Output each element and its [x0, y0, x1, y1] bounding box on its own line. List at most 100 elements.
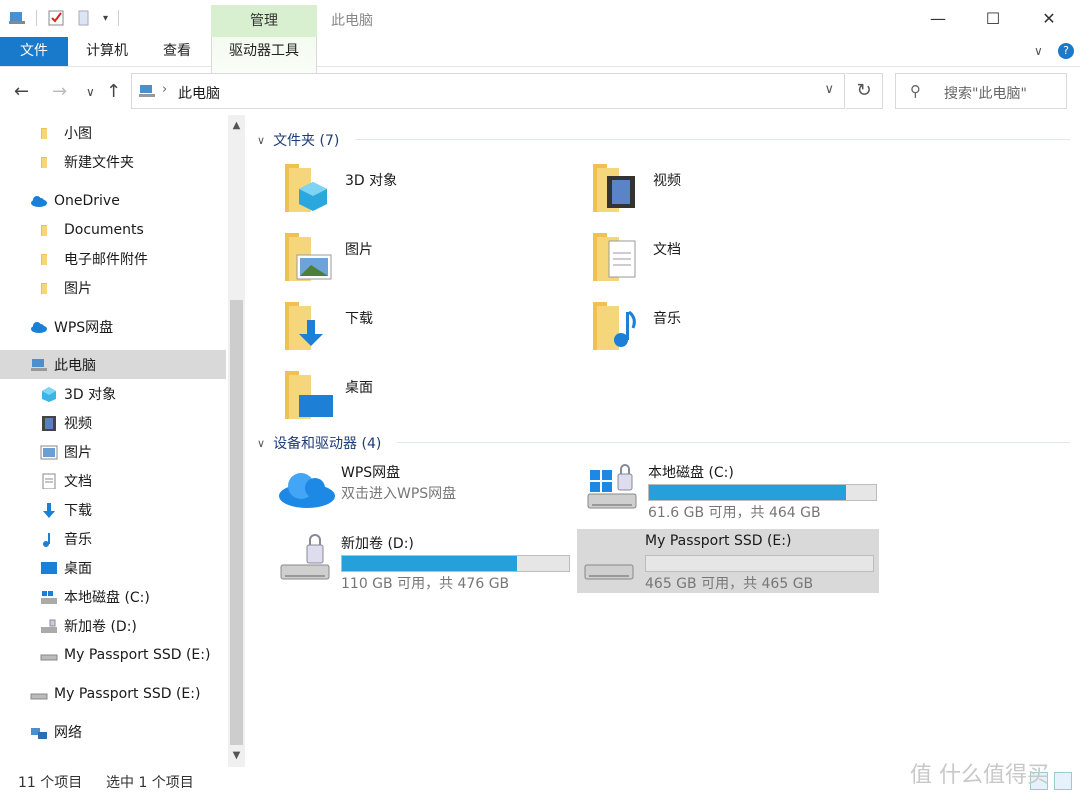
- sidebar-item[interactable]: WPS网盘: [0, 312, 226, 341]
- sidebar-item[interactable]: 新加卷 (D:): [0, 611, 226, 640]
- windows-drive-icon: [40, 589, 58, 605]
- sidebar-item[interactable]: My Passport SSD (E:): [0, 640, 226, 669]
- folder-tile[interactable]: 音乐: [591, 298, 881, 362]
- sidebar-item[interactable]: 网络: [0, 717, 226, 746]
- folder-label: 下载: [345, 311, 373, 327]
- drive-label: My Passport SSD (E:): [645, 533, 792, 549]
- close-button[interactable]: ✕: [1021, 0, 1077, 37]
- sidebar-item[interactable]: 3D 对象: [0, 379, 226, 408]
- desktop-icon: [40, 560, 58, 576]
- selection-count: 选中 1 个项目: [106, 775, 194, 791]
- maximize-button[interactable]: ☐: [965, 0, 1021, 37]
- sidebar-item[interactable]: 电子邮件附件: [0, 244, 226, 273]
- sidebar-item-label: 音乐: [64, 531, 92, 548]
- folder-label: 3D 对象: [345, 173, 398, 189]
- tab-manage[interactable]: 管理: [211, 5, 317, 37]
- navigation-bar: ← → ∨ ↑ › 此电脑 ∨ ↻ ⚲ 搜索"此电脑": [0, 67, 1080, 115]
- sidebar-item[interactable]: 下载: [0, 495, 226, 524]
- minimize-button[interactable]: —: [910, 0, 966, 37]
- sidebar-item-label: 下载: [64, 502, 92, 519]
- capacity-bar: [648, 484, 877, 501]
- folder-tile[interactable]: 3D 对象: [283, 160, 573, 224]
- sidebar-item[interactable]: 此电脑: [0, 350, 226, 379]
- folder-tile[interactable]: 文档: [591, 229, 881, 293]
- scroll-up-icon[interactable]: ▲: [228, 115, 245, 137]
- up-arrow-icon[interactable]: ↑: [106, 81, 121, 102]
- breadcrumb[interactable]: 此电脑: [178, 83, 220, 103]
- cube-folder-icon: [283, 160, 335, 216]
- drive-tile[interactable]: 本地磁盘 (C:) 61.6 GB 可用，共 464 GB: [580, 458, 882, 522]
- sidebar-item-label: 新加卷 (D:): [64, 618, 137, 635]
- back-arrow-icon[interactable]: ←: [14, 81, 29, 102]
- sidebar-item-label: 此电脑: [54, 357, 96, 374]
- forward-arrow-icon[interactable]: →: [52, 81, 67, 102]
- quick-access-toolbar: ▾: [8, 9, 120, 27]
- video-folder-icon: [591, 160, 643, 216]
- collapse-chevron-icon[interactable]: ∨: [257, 134, 265, 147]
- drive-tile[interactable]: WPS网盘 双击进入WPS网盘: [273, 458, 575, 522]
- devices-group-title: 设备和驱动器 (4): [273, 436, 382, 452]
- folder-tile[interactable]: 桌面: [283, 367, 573, 431]
- sidebar-item-label: OneDrive: [54, 192, 120, 209]
- sidebar-item[interactable]: 文档: [0, 466, 226, 495]
- content-area: ∨ 文件夹 (7) 3D 对象 视频图片 文档下载 音乐 桌面 ∨ 设备和驱动器 (4)…: [245, 115, 1080, 767]
- tab-computer[interactable]: 计算机: [76, 37, 138, 66]
- qat-dropdown-icon[interactable]: ▾: [103, 13, 108, 24]
- breadcrumb-chevron-icon[interactable]: ›: [162, 82, 167, 97]
- sidebar-item-label: 图片: [64, 444, 92, 461]
- sidebar-item[interactable]: 小图: [0, 118, 226, 147]
- desktop-folder-icon: [283, 367, 335, 423]
- search-icon: ⚲: [910, 82, 921, 100]
- sidebar-item-label: WPS网盘: [54, 319, 114, 336]
- folder-label: 视频: [653, 173, 681, 189]
- large-icons-view-icon[interactable]: [1054, 772, 1072, 790]
- new-folder-icon[interactable]: [75, 9, 93, 27]
- capacity-bar-fill: [649, 485, 847, 500]
- folder-tile[interactable]: 视频: [591, 160, 881, 224]
- folders-group-header[interactable]: ∨ 文件夹 (7): [257, 130, 339, 150]
- navigation-scrollbar[interactable]: ▲ ▼: [228, 115, 245, 767]
- folder-tile[interactable]: 图片: [283, 229, 573, 293]
- computer-icon: [30, 357, 48, 373]
- sidebar-item[interactable]: Documents: [0, 215, 226, 244]
- scroll-thumb[interactable]: [230, 300, 243, 745]
- sidebar-item[interactable]: 音乐: [0, 524, 226, 553]
- sidebar-item[interactable]: OneDrive: [0, 186, 226, 215]
- ribbon-tabs: 文件 计算机 查看 驱动器工具 ∨: [0, 37, 1080, 101]
- qat-divider: [36, 10, 37, 26]
- chevron-down-icon[interactable]: ∨: [824, 82, 834, 97]
- collapse-chevron-icon[interactable]: ∨: [257, 437, 265, 450]
- document-folder-icon: [591, 229, 643, 285]
- download-folder-icon: [283, 298, 335, 354]
- drive-icon: [40, 618, 58, 634]
- sidebar-item[interactable]: 图片: [0, 437, 226, 466]
- folder-icon: [40, 154, 58, 170]
- cube-icon: [40, 386, 58, 402]
- devices-group-header[interactable]: ∨ 设备和驱动器 (4): [257, 433, 381, 453]
- sidebar-item[interactable]: 本地磁盘 (C:): [0, 582, 226, 611]
- refresh-button[interactable]: ↻: [846, 73, 883, 109]
- watermark-text: 值 什么值得买: [910, 763, 1049, 788]
- tab-file[interactable]: 文件: [0, 37, 68, 66]
- properties-check-icon[interactable]: [47, 9, 65, 27]
- recent-locations-icon[interactable]: ∨: [86, 85, 95, 99]
- sidebar-item[interactable]: 图片: [0, 273, 226, 302]
- network-icon: [30, 724, 48, 740]
- sidebar-item[interactable]: My Passport SSD (E:): [0, 679, 226, 708]
- sidebar-item[interactable]: 视频: [0, 408, 226, 437]
- address-bar[interactable]: › 此电脑 ∨: [131, 73, 845, 109]
- sidebar-item-label: 新建文件夹: [64, 154, 134, 171]
- scroll-down-icon[interactable]: ▼: [228, 745, 245, 767]
- search-input[interactable]: ⚲ 搜索"此电脑": [895, 73, 1067, 109]
- sidebar-item[interactable]: 桌面: [0, 553, 226, 582]
- drive-label: WPS网盘: [341, 465, 401, 481]
- drive-tile[interactable]: 新加卷 (D:) 110 GB 可用，共 476 GB: [273, 529, 575, 593]
- sidebar-item[interactable]: 新建文件夹: [0, 147, 226, 176]
- folder-tile[interactable]: 下载: [283, 298, 573, 362]
- title-bar: ▾ 管理 此电脑 — ☐ ✕: [0, 0, 1080, 37]
- drive-tile[interactable]: My Passport SSD (E:) 465 GB 可用，共 465 GB: [577, 529, 879, 593]
- computer-icon[interactable]: [8, 9, 26, 27]
- ribbon-collapse-icon[interactable]: ∨: [1034, 44, 1043, 58]
- help-icon[interactable]: ?: [1058, 43, 1074, 59]
- tab-view[interactable]: 查看: [150, 37, 204, 66]
